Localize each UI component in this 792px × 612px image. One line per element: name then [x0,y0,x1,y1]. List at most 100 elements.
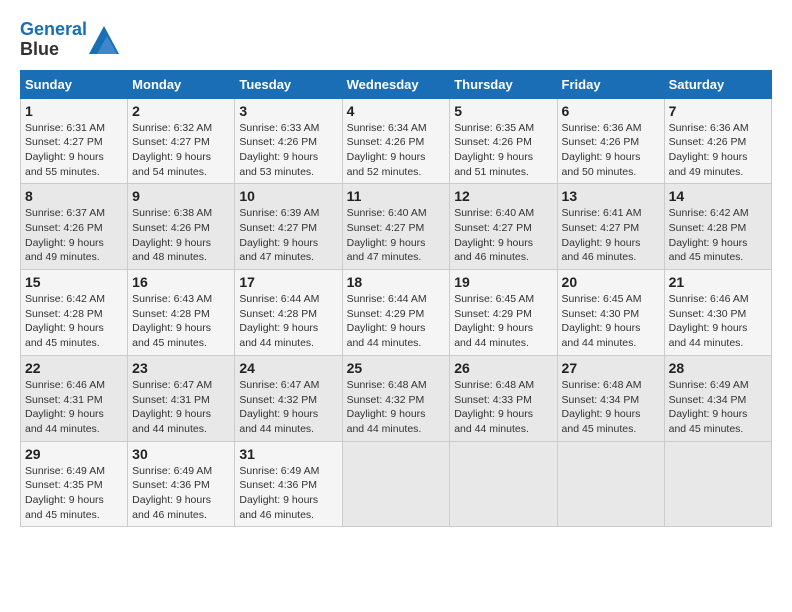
day-number: 7 [669,103,767,119]
day-number: 16 [132,274,230,290]
day-number: 17 [239,274,337,290]
day-info: Sunrise: 6:44 AMSunset: 4:28 PMDaylight:… [239,292,337,351]
calendar-table: SundayMondayTuesdayWednesdayThursdayFrid… [20,70,772,528]
day-number: 28 [669,360,767,376]
day-info: Sunrise: 6:34 AMSunset: 4:26 PMDaylight:… [347,121,446,180]
day-info: Sunrise: 6:39 AMSunset: 4:27 PMDaylight:… [239,206,337,265]
calendar-cell: 24 Sunrise: 6:47 AMSunset: 4:32 PMDayligh… [235,355,342,441]
calendar-week-row: 1 Sunrise: 6:31 AMSunset: 4:27 PMDaylight… [21,98,772,184]
calendar-cell: 30Sunrise: 6:49 AMSunset: 4:36 PMDayligh… [128,441,235,527]
day-number: 22 [25,360,123,376]
calendar-cell: 9 Sunrise: 6:38 AMSunset: 4:26 PMDaylight… [128,184,235,270]
day-number: 1 [25,103,123,119]
day-info: Sunrise: 6:47 AMSunset: 4:31 PMDaylight:… [132,378,230,437]
calendar-cell: 8 Sunrise: 6:37 AMSunset: 4:26 PMDaylight… [21,184,128,270]
calendar-cell: 13 Sunrise: 6:41 AMSunset: 4:27 PMDayligh… [557,184,664,270]
calendar-week-row: 22 Sunrise: 6:46 AMSunset: 4:31 PMDayligh… [21,355,772,441]
calendar-cell: 3 Sunrise: 6:33 AMSunset: 4:26 PMDaylight… [235,98,342,184]
day-info: Sunrise: 6:48 AMSunset: 4:32 PMDaylight:… [347,378,446,437]
calendar-week-row: 15 Sunrise: 6:42 AMSunset: 4:28 PMDayligh… [21,270,772,356]
day-info: Sunrise: 6:48 AMSunset: 4:33 PMDaylight:… [454,378,552,437]
logo: General Blue [20,20,119,60]
day-info: Sunrise: 6:36 AMSunset: 4:26 PMDaylight:… [669,121,767,180]
day-info: Sunrise: 6:37 AMSunset: 4:26 PMDaylight:… [25,206,123,265]
column-header-friday: Friday [557,70,664,98]
day-number: 14 [669,188,767,204]
logo-icon [89,26,119,54]
day-info: Sunrise: 6:45 AMSunset: 4:30 PMDaylight:… [562,292,660,351]
day-info: Sunrise: 6:40 AMSunset: 4:27 PMDaylight:… [454,206,552,265]
calendar-cell: 4 Sunrise: 6:34 AMSunset: 4:26 PMDaylight… [342,98,450,184]
day-number: 15 [25,274,123,290]
calendar-cell: 25 Sunrise: 6:48 AMSunset: 4:32 PMDayligh… [342,355,450,441]
day-info: Sunrise: 6:33 AMSunset: 4:26 PMDaylight:… [239,121,337,180]
day-number: 13 [562,188,660,204]
calendar-cell [342,441,450,527]
day-info: Sunrise: 6:49 AMSunset: 4:36 PMDaylight:… [239,464,337,523]
calendar-cell: 22 Sunrise: 6:46 AMSunset: 4:31 PMDayligh… [21,355,128,441]
calendar-header-row: SundayMondayTuesdayWednesdayThursdayFrid… [21,70,772,98]
day-info: Sunrise: 6:49 AMSunset: 4:34 PMDaylight:… [669,378,767,437]
calendar-cell: 15 Sunrise: 6:42 AMSunset: 4:28 PMDayligh… [21,270,128,356]
day-info: Sunrise: 6:36 AMSunset: 4:26 PMDaylight:… [562,121,660,180]
day-info: Sunrise: 6:41 AMSunset: 4:27 PMDaylight:… [562,206,660,265]
calendar-cell: 10 Sunrise: 6:39 AMSunset: 4:27 PMDayligh… [235,184,342,270]
day-number: 11 [347,188,446,204]
calendar-cell: 12 Sunrise: 6:40 AMSunset: 4:27 PMDayligh… [450,184,557,270]
day-number: 5 [454,103,552,119]
calendar-cell [557,441,664,527]
calendar-cell: 19 Sunrise: 6:45 AMSunset: 4:29 PMDayligh… [450,270,557,356]
day-number: 2 [132,103,230,119]
calendar-cell: 2Sunrise: 6:32 AMSunset: 4:27 PMDaylight… [128,98,235,184]
calendar-body: 1 Sunrise: 6:31 AMSunset: 4:27 PMDaylight… [21,98,772,527]
calendar-cell: 27 Sunrise: 6:48 AMSunset: 4:34 PMDayligh… [557,355,664,441]
calendar-cell [450,441,557,527]
calendar-cell: 28 Sunrise: 6:49 AMSunset: 4:34 PMDayligh… [664,355,771,441]
day-info: Sunrise: 6:47 AMSunset: 4:32 PMDaylight:… [239,378,337,437]
calendar-cell: 5 Sunrise: 6:35 AMSunset: 4:26 PMDaylight… [450,98,557,184]
day-number: 21 [669,274,767,290]
calendar-cell: 29 Sunrise: 6:49 AMSunset: 4:35 PMDayligh… [21,441,128,527]
day-number: 26 [454,360,552,376]
day-number: 10 [239,188,337,204]
logo-text: General Blue [20,20,87,60]
day-info: Sunrise: 6:31 AMSunset: 4:27 PMDaylight:… [25,121,123,180]
day-number: 4 [347,103,446,119]
calendar-week-row: 8 Sunrise: 6:37 AMSunset: 4:26 PMDaylight… [21,184,772,270]
calendar-cell: 20 Sunrise: 6:45 AMSunset: 4:30 PMDayligh… [557,270,664,356]
column-header-tuesday: Tuesday [235,70,342,98]
calendar-cell: 1 Sunrise: 6:31 AMSunset: 4:27 PMDaylight… [21,98,128,184]
day-number: 27 [562,360,660,376]
day-number: 24 [239,360,337,376]
column-header-sunday: Sunday [21,70,128,98]
day-number: 12 [454,188,552,204]
day-number: 8 [25,188,123,204]
day-number: 19 [454,274,552,290]
day-info: Sunrise: 6:43 AMSunset: 4:28 PMDaylight:… [132,292,230,351]
day-number: 9 [132,188,230,204]
day-info: Sunrise: 6:46 AMSunset: 4:30 PMDaylight:… [669,292,767,351]
day-info: Sunrise: 6:44 AMSunset: 4:29 PMDaylight:… [347,292,446,351]
day-number: 30 [132,446,230,462]
calendar-cell: 14Sunrise: 6:42 AMSunset: 4:28 PMDayligh… [664,184,771,270]
day-number: 29 [25,446,123,462]
day-info: Sunrise: 6:38 AMSunset: 4:26 PMDaylight:… [132,206,230,265]
day-number: 31 [239,446,337,462]
calendar-cell: 16 Sunrise: 6:43 AMSunset: 4:28 PMDayligh… [128,270,235,356]
day-info: Sunrise: 6:35 AMSunset: 4:26 PMDaylight:… [454,121,552,180]
day-info: Sunrise: 6:42 AMSunset: 4:28 PMDaylight:… [25,292,123,351]
day-info: Sunrise: 6:45 AMSunset: 4:29 PMDaylight:… [454,292,552,351]
calendar-cell: 26 Sunrise: 6:48 AMSunset: 4:33 PMDayligh… [450,355,557,441]
calendar-cell [664,441,771,527]
calendar-cell: 18Sunrise: 6:44 AMSunset: 4:29 PMDayligh… [342,270,450,356]
day-info: Sunrise: 6:46 AMSunset: 4:31 PMDaylight:… [25,378,123,437]
day-number: 23 [132,360,230,376]
calendar-cell: 31 Sunrise: 6:49 AMSunset: 4:36 PMDayligh… [235,441,342,527]
page-header: General Blue [20,20,772,60]
day-info: Sunrise: 6:49 AMSunset: 4:35 PMDaylight:… [25,464,123,523]
calendar-cell: 21 Sunrise: 6:46 AMSunset: 4:30 PMDayligh… [664,270,771,356]
day-info: Sunrise: 6:48 AMSunset: 4:34 PMDaylight:… [562,378,660,437]
day-number: 3 [239,103,337,119]
day-number: 25 [347,360,446,376]
day-number: 20 [562,274,660,290]
